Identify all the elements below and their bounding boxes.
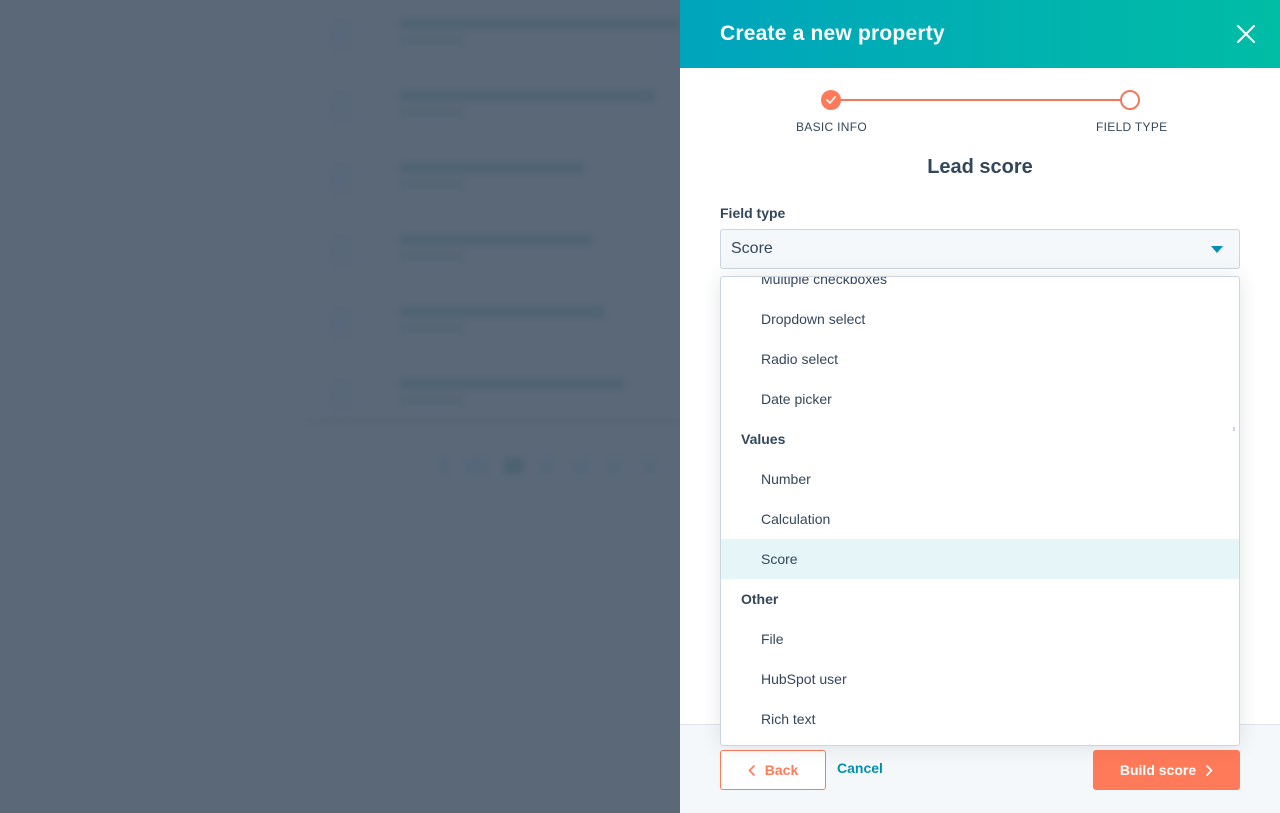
step-label-basic-info: BASIC INFO [796,120,868,134]
dropdown-scrollbar[interactable] [1233,427,1235,431]
background-page-overlay [0,0,680,813]
background-pagination [608,458,620,474]
stepper-line [831,99,1130,101]
menu-item-radio-select[interactable]: Radio select [721,339,1239,379]
field-type-value: Score [731,240,773,257]
menu-item-date-picker[interactable]: Date picker [721,379,1239,419]
menu-item-dropdown-select[interactable]: Dropdown select [721,299,1239,339]
menu-group-other: Other [741,591,779,607]
background-pagination [465,458,489,474]
progress-stepper: BASIC INFO FIELD TYPE [680,68,1280,138]
background-list-item [400,90,655,116]
background-thumbnail [330,306,352,338]
cancel-link[interactable]: Cancel [837,760,883,776]
background-thumbnail [330,234,352,266]
field-type-label: Field type [720,205,786,221]
back-button-label: Back [764,762,799,778]
step-label-field-type: FIELD TYPE [1096,120,1168,134]
field-type-dropdown-menu[interactable]: Multiple checkboxes Dropdown select Radi… [720,276,1240,746]
caret-down-icon [1211,245,1223,253]
back-button[interactable]: Back [720,750,826,790]
background-pagination [573,458,589,474]
close-button[interactable] [1234,22,1258,46]
background-thumbnail [330,378,352,410]
menu-item-hubspot-user[interactable]: HubSpot user [721,659,1239,699]
menu-item-calculation[interactable]: Calculation [721,499,1239,539]
step-complete-indicator [821,90,841,110]
background-pagination [504,458,524,474]
background-list-item [400,162,585,188]
build-score-label: Build score [1119,762,1197,778]
background-list-item [400,378,625,404]
background-pagination [540,458,552,474]
menu-item-score[interactable]: Score [721,539,1239,579]
build-score-button[interactable]: Build score [1093,750,1240,790]
close-icon [1237,25,1255,43]
menu-item-rich-text[interactable]: Rich text [721,699,1239,739]
background-divider [308,420,680,422]
background-list-item [400,234,592,260]
chevron-right-icon [1206,764,1213,776]
background-list-item [400,306,605,332]
chevron-left-icon [748,764,755,776]
field-type-select[interactable]: Score [720,229,1240,269]
background-pagination [440,458,450,474]
menu-item-multiple-checkboxes[interactable]: Multiple checkboxes [721,277,1239,299]
menu-group-values: Values [741,431,786,447]
background-list-item [400,18,680,44]
section-title: Lead score [927,156,1033,178]
background-thumbnail [330,18,352,50]
checkmark-icon [826,96,836,104]
step-current-indicator [1120,90,1140,110]
background-thumbnail [330,162,352,194]
menu-item-number[interactable]: Number [721,459,1239,499]
background-pagination [643,458,655,474]
panel-header: Create a new property [680,0,1280,68]
background-thumbnail [330,90,352,122]
panel-title: Create a new property [720,22,945,45]
menu-item-file[interactable]: File [721,619,1239,659]
